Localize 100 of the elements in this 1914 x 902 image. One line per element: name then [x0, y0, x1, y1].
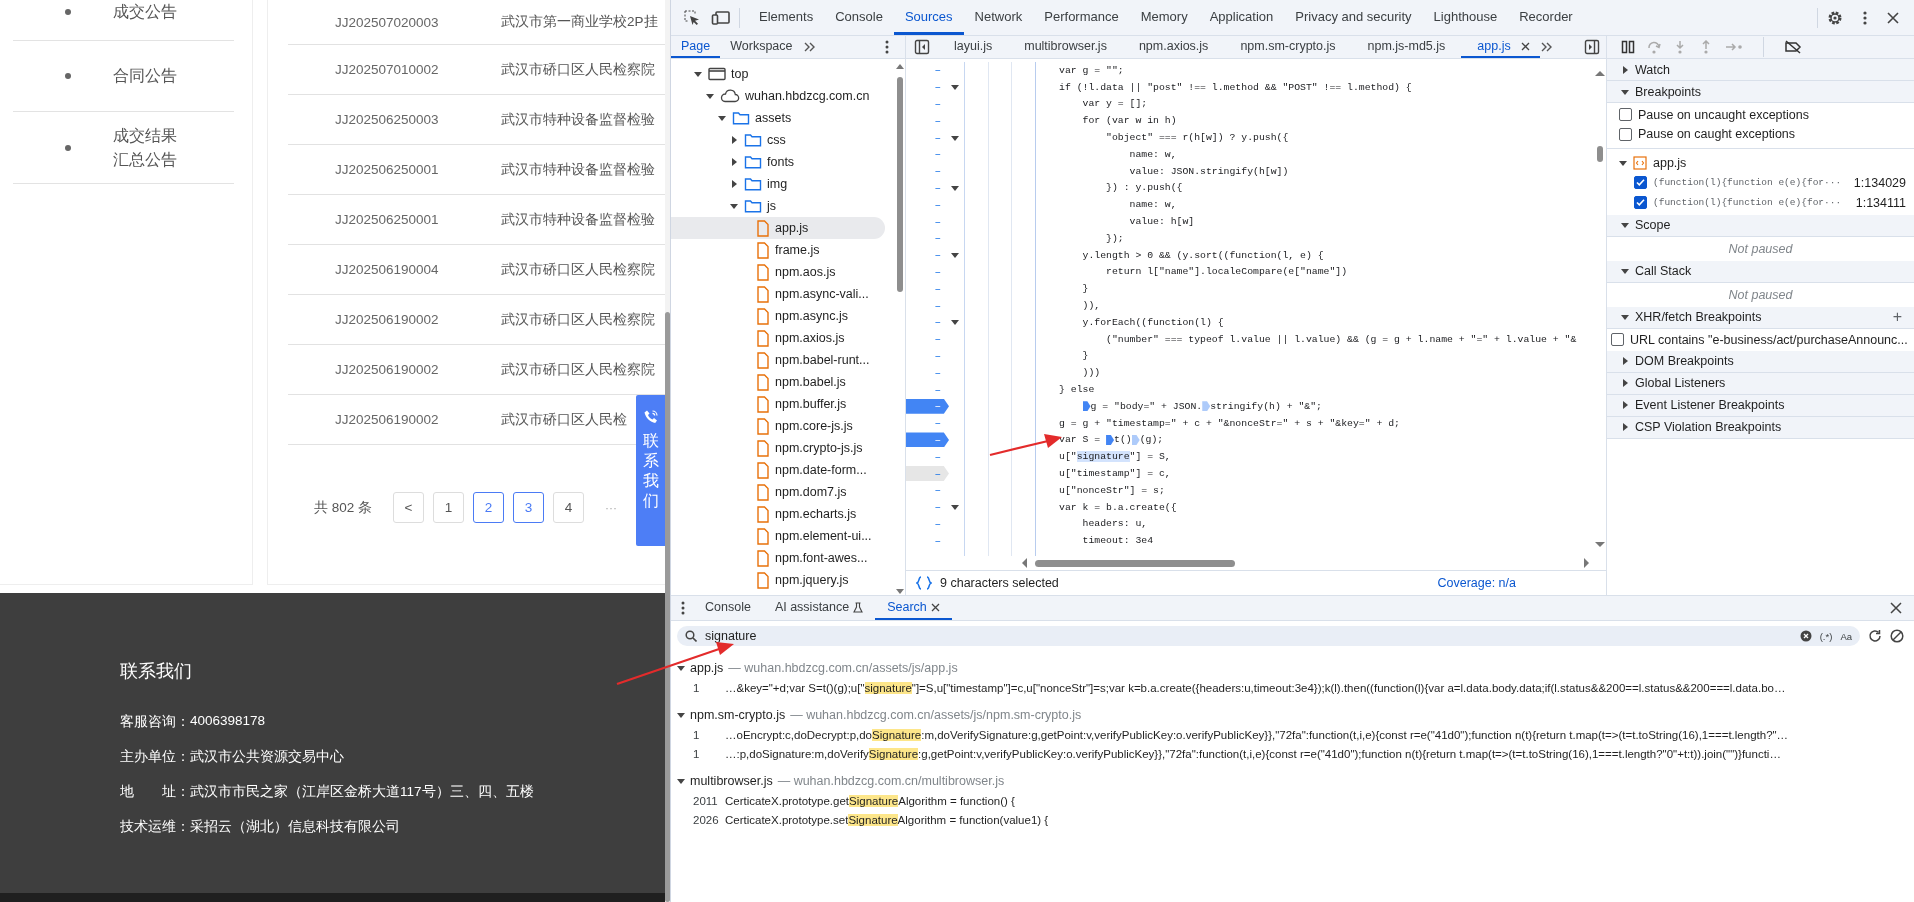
- clear-icon[interactable]: [1799, 630, 1812, 642]
- search-result-line[interactable]: …oEncrypt:c,doDecrypt:p,doSignature:m,doVerifySignature:g,getPoint:v,verifyPublicKey:o.verifyPublicKey}},"72fa":function(t,i,e){const r=e("41d0");function n(t){return t.map(t=>(t=t.toString(16),1===t.length?"…: [725, 728, 1789, 741]
- sidebar-item[interactable]: 合同公告: [113, 64, 179, 88]
- tree-item[interactable]: npm.async-vali...: [671, 283, 885, 305]
- fold-arrow-icon[interactable]: [951, 503, 959, 512]
- expanded-arrow-icon[interactable]: [1621, 313, 1629, 321]
- more-options-icon[interactable]: [679, 600, 687, 616]
- breakpoint-marker[interactable]: –: [906, 432, 949, 448]
- tree-item[interactable]: npm.date-form...: [671, 459, 885, 481]
- navigator-tab[interactable]: Page: [671, 36, 721, 58]
- search-field[interactable]: signature (.*) Aa: [677, 626, 1860, 646]
- section-header[interactable]: Call Stack: [1607, 260, 1914, 283]
- pretty-print-icon[interactable]: [916, 576, 932, 590]
- scroll-left-icon[interactable]: [1021, 558, 1027, 568]
- toggle-debugger-icon[interactable]: [1584, 39, 1600, 55]
- tree-item[interactable]: npm.font-awes...: [671, 547, 885, 569]
- expanded-arrow-icon[interactable]: [677, 776, 685, 785]
- tree-item[interactable]: img: [671, 173, 885, 195]
- section-header[interactable]: Breakpoints: [1607, 81, 1914, 103]
- coverage-link[interactable]: Coverage: n/a: [1437, 576, 1516, 590]
- page-button[interactable]: 1: [433, 492, 465, 523]
- line-number[interactable]: –: [906, 281, 949, 297]
- search-result-line[interactable]: …&key="+d;var S=t()(g);u["signature"]=S,u["timestamp"]=c,u["nonceStr"]=s;var k=b.a.create({headers:u,timeout:3e4});k(l).then((function(l){var a=l.data.body.data;if(l.status&&200==l.status&&200===l.data.bo…: [725, 681, 1786, 694]
- result-file-header[interactable]: npm.sm-crypto.js — wuhan.hbdzcg.com.cn/assets/js/npm.sm-crypto.js: [671, 704, 1914, 725]
- tree-item[interactable]: npm.dom7.js: [671, 481, 885, 503]
- checkbox[interactable]: [1634, 196, 1647, 209]
- regex-toggle[interactable]: (.*): [1819, 630, 1833, 642]
- line-number[interactable]: –: [906, 264, 949, 280]
- collapsed-arrow-icon[interactable]: [1621, 357, 1629, 365]
- section-header[interactable]: Global Listeners: [1607, 372, 1914, 395]
- table-cell[interactable]: 武汉市硚口区人民检察院: [501, 310, 655, 329]
- file-tab[interactable]: npm.sm-crypto.js: [1224, 36, 1352, 58]
- drawer-tab[interactable]: Search: [875, 596, 952, 620]
- expanded-arrow-icon[interactable]: [718, 114, 726, 122]
- line-number[interactable]: –: [906, 180, 949, 196]
- table-cell[interactable]: 武汉市硚口区人民检察院: [501, 360, 655, 379]
- tree-item[interactable]: frame.js: [671, 239, 885, 261]
- file-tab[interactable]: npm.js-md5.js: [1351, 36, 1462, 58]
- tree-item[interactable]: top: [671, 63, 885, 85]
- deactivate-breakpoints-icon[interactable]: [1784, 40, 1802, 54]
- section-header[interactable]: Event Listener Breakpoints: [1607, 394, 1914, 417]
- close-icon[interactable]: [1520, 41, 1530, 51]
- result-file-header[interactable]: multibrowser.js — wuhan.hbdzcg.com.cn/multibrowser.js: [671, 770, 1914, 791]
- line-number[interactable]: –: [906, 348, 949, 364]
- collapsed-arrow-icon[interactable]: [730, 180, 738, 188]
- line-number[interactable]: –: [906, 533, 949, 549]
- fold-arrow-icon[interactable]: [951, 251, 959, 260]
- line-number[interactable]: –: [906, 314, 949, 330]
- scrollbar-thumb[interactable]: [897, 77, 903, 292]
- line-number[interactable]: –: [906, 415, 949, 431]
- expanded-arrow-icon[interactable]: [1619, 158, 1627, 167]
- scroll-up-icon[interactable]: [896, 63, 904, 69]
- table-cell[interactable]: 武汉市硚口区人民检: [501, 410, 627, 429]
- scroll-right-icon[interactable]: [1584, 558, 1590, 568]
- line-number[interactable]: –: [906, 331, 949, 347]
- tree-item[interactable]: npm.buffer.js: [671, 393, 885, 415]
- result-file-header[interactable]: app.js — wuhan.hbdzcg.com.cn/assets/js/app.js: [671, 657, 1914, 678]
- section-header[interactable]: DOM Breakpoints: [1607, 350, 1914, 373]
- table-cell[interactable]: 武汉市硚口区人民检察院: [501, 260, 655, 279]
- search-result-line[interactable]: CerticateX.prototype.setSignatureAlgorithm = function(value1) {: [725, 813, 1049, 826]
- collapsed-arrow-icon[interactable]: [730, 158, 738, 166]
- line-number[interactable]: –: [906, 130, 949, 146]
- tree-item[interactable]: npm.async.js: [671, 305, 885, 327]
- line-number[interactable]: –: [906, 516, 949, 532]
- breakpoint-marker[interactable]: –: [906, 398, 949, 414]
- tree-item[interactable]: fonts: [671, 151, 885, 173]
- sidebar-item[interactable]: 成交结果汇总公告: [113, 123, 179, 172]
- fold-arrow-icon[interactable]: [951, 183, 959, 192]
- line-number[interactable]: –: [906, 62, 949, 78]
- tree-item[interactable]: npm.element-ui...: [671, 525, 885, 547]
- section-header[interactable]: Watch: [1607, 59, 1914, 81]
- checkbox[interactable]: [1634, 176, 1647, 189]
- tree-item[interactable]: app.js: [671, 217, 885, 239]
- collapsed-arrow-icon[interactable]: [1621, 401, 1629, 409]
- close-icon[interactable]: [1890, 602, 1902, 614]
- scrollbar-thumb[interactable]: [1035, 559, 1235, 567]
- line-number[interactable]: –: [906, 499, 949, 515]
- line-number[interactable]: –: [906, 365, 949, 381]
- expanded-arrow-icon[interactable]: [1621, 221, 1629, 229]
- cancel-icon[interactable]: [1890, 629, 1904, 643]
- fold-arrow-icon[interactable]: [951, 83, 959, 92]
- more-tabs-icon[interactable]: [1539, 41, 1554, 53]
- line-number[interactable]: –: [906, 449, 949, 465]
- match-case-toggle[interactable]: Aa: [1840, 630, 1852, 642]
- panel-tab[interactable]: Application: [1198, 0, 1285, 35]
- expanded-arrow-icon[interactable]: [730, 202, 738, 210]
- expanded-arrow-icon[interactable]: [1621, 267, 1629, 275]
- toggle-navigator-icon[interactable]: [914, 39, 930, 55]
- tree-item[interactable]: npm.babel-runt...: [671, 349, 885, 371]
- tree-item[interactable]: npm.axios.js: [671, 327, 885, 349]
- more-options-icon[interactable]: [883, 39, 891, 55]
- inline-breakpoint-icon[interactable]: [1082, 401, 1091, 412]
- collapsed-arrow-icon[interactable]: [1621, 379, 1629, 387]
- previous-page-button[interactable]: <: [393, 492, 425, 523]
- fold-arrow-icon[interactable]: [951, 318, 959, 327]
- expanded-arrow-icon[interactable]: [694, 70, 702, 78]
- tree-item[interactable]: css: [671, 129, 885, 151]
- tree-item[interactable]: npm.babel.js: [671, 371, 885, 393]
- tree-item[interactable]: npm.aos.js: [671, 261, 885, 283]
- sidebar-item[interactable]: 成交公告: [113, 0, 179, 24]
